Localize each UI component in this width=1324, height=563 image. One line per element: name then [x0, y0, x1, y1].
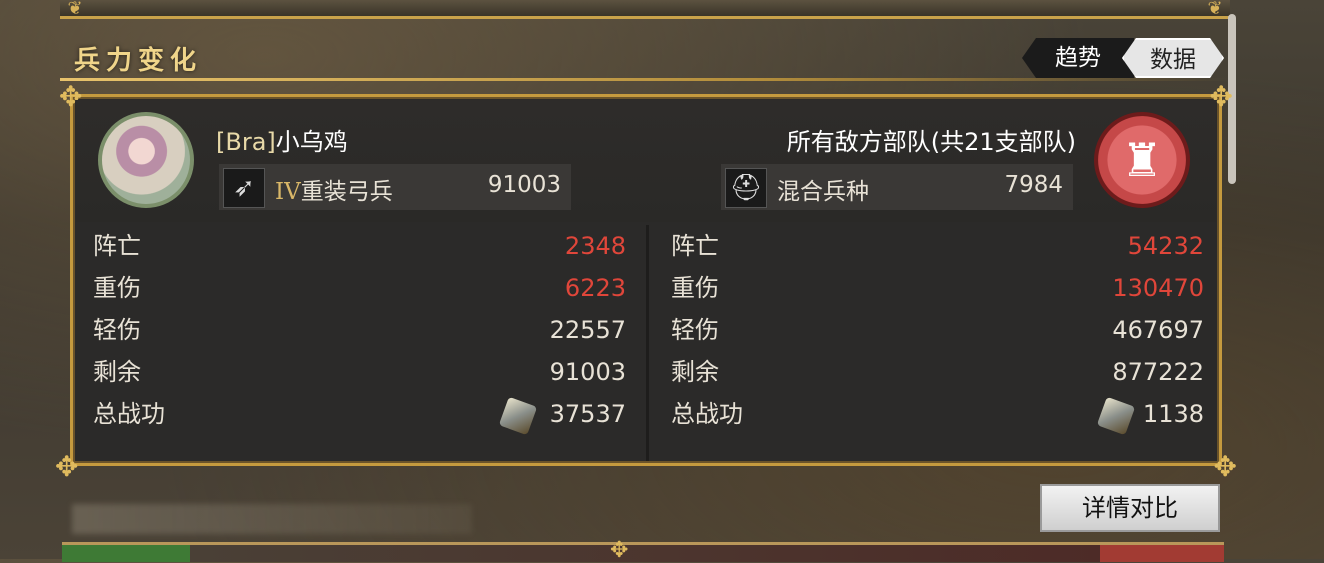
stat-row-severely-wounded: 重伤 6223	[93, 267, 653, 309]
player-unit-label: IV重装弓兵	[275, 172, 393, 206]
enemy-avatar[interactable]: ♜	[1094, 112, 1190, 208]
enemy-name: 所有敌方部队(共21支部队)	[786, 128, 1076, 156]
bottom-center-bar	[190, 542, 1100, 562]
ornament-left-icon: ❦	[67, 0, 83, 19]
stat-label: 轻伤	[93, 316, 141, 344]
stat-label: 总战功	[93, 400, 165, 428]
stat-row-slightly-wounded: 轻伤 467697	[671, 309, 1231, 351]
unit-tier: IV	[275, 179, 301, 205]
enemy-unit-type: 混合兵种	[777, 179, 869, 205]
enemy-unit-box: ⛑ 混合兵种 7984	[721, 164, 1073, 210]
player-avatar[interactable]	[98, 112, 194, 208]
merit-medal-icon	[498, 396, 538, 436]
player-stats: 阵亡 2348 重伤 6223 轻伤 22557 剩余 91003 总战功 37…	[93, 225, 653, 436]
corner-ornament-icon: ✥	[55, 450, 79, 483]
stat-value: 2348	[564, 232, 626, 260]
stat-value: 22557	[549, 316, 626, 344]
alliance-tag: [Bra]	[216, 128, 276, 156]
stat-label: 剩余	[671, 358, 719, 386]
stat-label: 阵亡	[93, 232, 141, 260]
stat-value: 6223	[564, 274, 626, 302]
stat-label: 轻伤	[671, 316, 719, 344]
tab-data[interactable]: 数据	[1122, 38, 1224, 78]
battle-stats-panel: ✥ ✥ ✥ ✥ [Bra]小乌鸡 ➶ IV重装弓兵 91003 所有敌方部队(共…	[55, 83, 1237, 481]
player-name: [Bra]小乌鸡	[216, 122, 348, 157]
stat-value: 54232	[1127, 232, 1204, 260]
spartan-helmet-icon: ♜	[1121, 133, 1163, 187]
stat-row-remaining: 剩余 877222	[671, 351, 1231, 393]
stat-row-total-merit: 总战功 37537	[93, 393, 653, 436]
stat-value: 467697	[1112, 316, 1204, 344]
stat-row-killed: 阵亡 2348	[93, 225, 653, 267]
unit-type: 重装弓兵	[300, 179, 393, 205]
stat-value: 877222	[1112, 358, 1204, 386]
blurred-text	[72, 504, 472, 534]
enemy-unit-count: 7984	[1004, 172, 1063, 198]
stat-label: 剩余	[93, 358, 141, 386]
stat-label: 重伤	[671, 274, 719, 302]
stat-row-remaining: 剩余 91003	[93, 351, 653, 393]
bottom-ornament-icon: ✥	[610, 538, 629, 563]
view-toggle[interactable]: 趋势 数据	[1022, 38, 1224, 78]
stat-value: 130470	[1112, 274, 1204, 302]
player-name-text: 小乌鸡	[275, 128, 348, 156]
stat-label: 阵亡	[671, 232, 719, 260]
section-underline	[60, 78, 1230, 81]
player-unit-count: 91003	[487, 172, 561, 198]
top-ornament-band	[60, 0, 1230, 19]
enemy-stats: 阵亡 54232 重伤 130470 轻伤 467697 剩余 877222 总…	[671, 225, 1231, 436]
stat-value: 1138	[1142, 400, 1204, 428]
stat-label: 重伤	[93, 274, 141, 302]
stat-value: 91003	[549, 358, 626, 386]
stat-value: 37537	[549, 400, 626, 428]
bottom-enemy-bar	[1100, 542, 1224, 562]
tab-trend[interactable]: 趋势	[1022, 38, 1134, 78]
stat-row-severely-wounded: 重伤 130470	[671, 267, 1231, 309]
bottom-player-bar	[62, 542, 190, 562]
bow-icon: ➶	[223, 168, 265, 208]
corner-ornament-icon: ✥	[1213, 450, 1237, 483]
helmet-icon: ⛑	[725, 168, 767, 208]
panel-header: [Bra]小乌鸡 ➶ IV重装弓兵 91003 所有敌方部队(共21支部队) ⛑…	[76, 100, 1216, 222]
stat-label: 总战功	[671, 400, 743, 428]
stat-row-total-merit: 总战功 1138	[671, 393, 1231, 436]
stat-row-slightly-wounded: 轻伤 22557	[93, 309, 653, 351]
player-unit-box: ➶ IV重装弓兵 91003	[219, 164, 571, 210]
ornament-right-icon: ❦	[1207, 0, 1223, 19]
merit-medal-icon	[1096, 396, 1136, 436]
detail-compare-button[interactable]: 详情对比	[1040, 484, 1220, 532]
stat-row-killed: 阵亡 54232	[671, 225, 1231, 267]
section-title: 兵力变化	[74, 46, 203, 76]
